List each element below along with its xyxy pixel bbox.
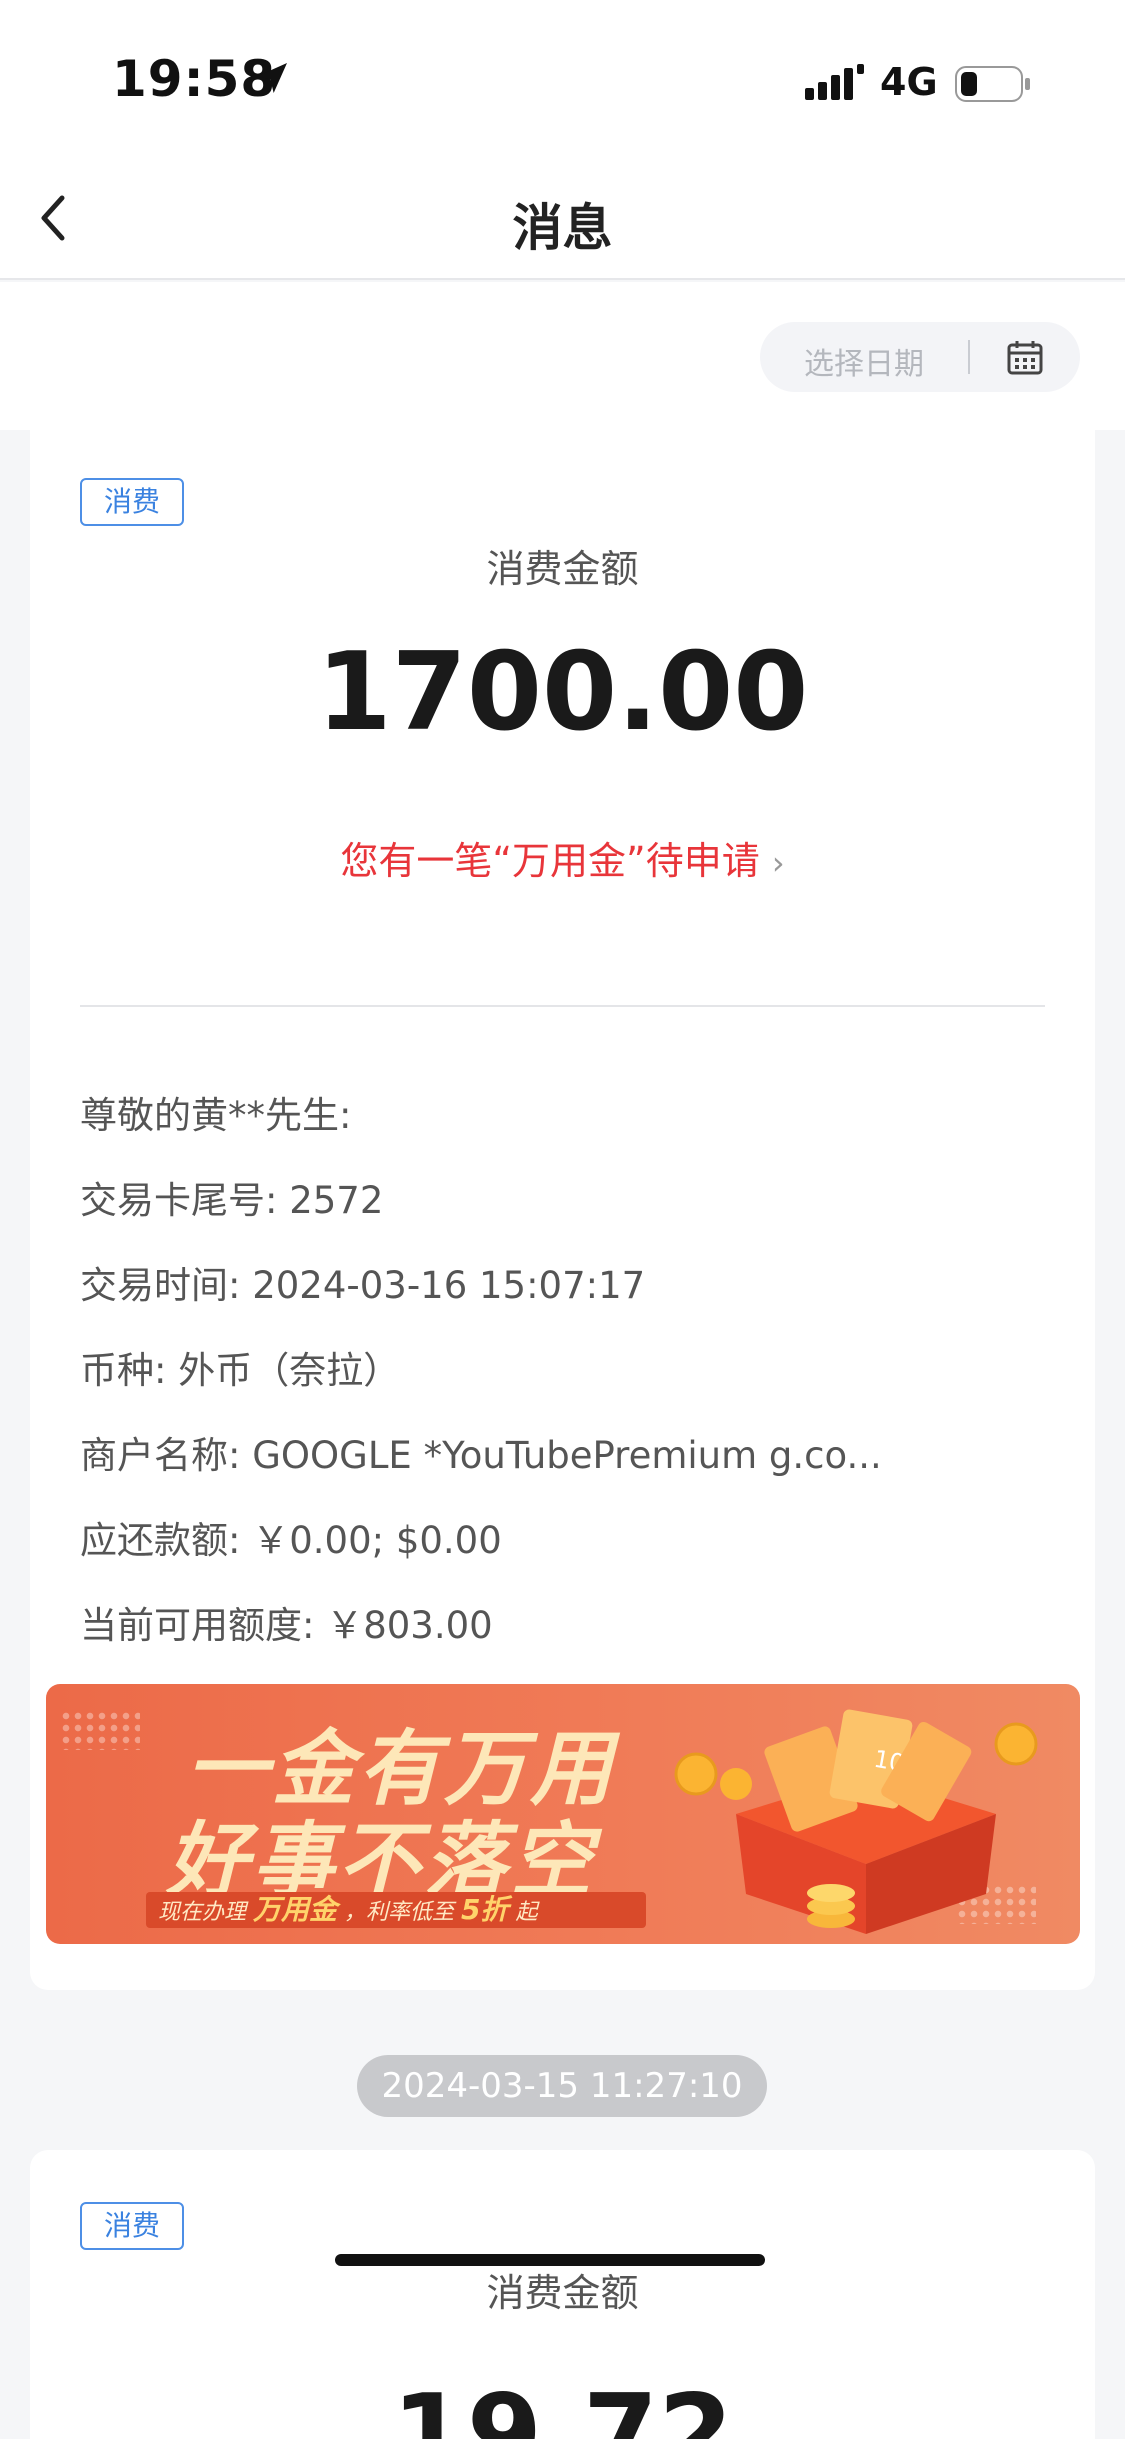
banner-sub-discount: 5折	[461, 1893, 509, 1926]
detail-trade-time: 交易时间: 2024-03-16 15:07:17	[80, 1264, 646, 1307]
promo-banner[interactable]: 一金有万用 好事不落空 现在办理 万用金 ，利率低至 5折 起 100	[46, 1684, 1080, 1944]
amount-label: 消费金额	[486, 547, 639, 591]
message-card[interactable]: 消费 消费金额 19.72	[30, 2150, 1095, 2439]
location-arrow-icon	[257, 63, 287, 93]
filter-strip: 选择日期	[0, 282, 1125, 430]
battery-icon	[955, 66, 1030, 102]
banner-sub-highlight: 万用金	[253, 1893, 338, 1926]
banner-sub-middle: ，利率低至	[344, 1900, 455, 1925]
banner-sub-suffix: 起	[515, 1900, 538, 1925]
banner-sub-prefix: 现在办理	[158, 1900, 247, 1925]
gift-box-illustration: 100	[674, 1709, 1038, 1934]
home-indicator	[335, 2254, 765, 2266]
detail-merchant: 商户名称: GOOGLE *YouTubePremium g.co...	[80, 1434, 882, 1477]
promo-link[interactable]: 您有一笔“万用金”待申请 ›	[30, 830, 1095, 885]
amount-value: 19.72	[391, 2372, 734, 2439]
chevron-right-icon: ›	[771, 844, 785, 882]
category-tag: 消费	[80, 2202, 184, 2250]
nav-bar: 消息	[0, 160, 1125, 280]
banner-subtitle: 现在办理 万用金 ，利率低至 5折 起	[146, 1892, 646, 1928]
detail-greeting: 尊敬的黄**先生:	[80, 1094, 352, 1137]
message-timestamp: 2024-03-15 11:27:10	[357, 2055, 767, 2117]
page-title: 消息	[512, 199, 613, 257]
date-picker-divider	[968, 340, 970, 374]
amount-label: 消费金额	[486, 2271, 639, 2315]
status-bar: 19:58 4G	[0, 0, 1125, 160]
signal-icon	[805, 64, 864, 100]
detail-currency: 币种: 外币（奈拉）	[80, 1349, 401, 1392]
amount-value: 1700.00	[316, 630, 809, 755]
calendar-icon	[1007, 341, 1043, 375]
detail-card-tail: 交易卡尾号: 2572	[80, 1179, 384, 1222]
banner-dots	[60, 1710, 140, 1750]
date-picker-placeholder: 选择日期	[804, 347, 924, 382]
network-type: 4G	[880, 60, 938, 104]
message-card[interactable]: 消费 消费金额 1700.00 您有一笔“万用金”待申请 › 尊敬的黄**先生:…	[30, 430, 1095, 1990]
promo-link-text: 您有一笔“万用金”待申请	[340, 839, 760, 883]
category-tag: 消费	[80, 478, 184, 526]
detail-due-amount: 应还款额: ￥0.00; $0.00	[80, 1519, 502, 1562]
detail-available-credit: 当前可用额度: ￥803.00	[80, 1604, 493, 1647]
date-picker-button[interactable]: 选择日期	[760, 322, 1080, 392]
divider	[80, 1005, 1045, 1007]
